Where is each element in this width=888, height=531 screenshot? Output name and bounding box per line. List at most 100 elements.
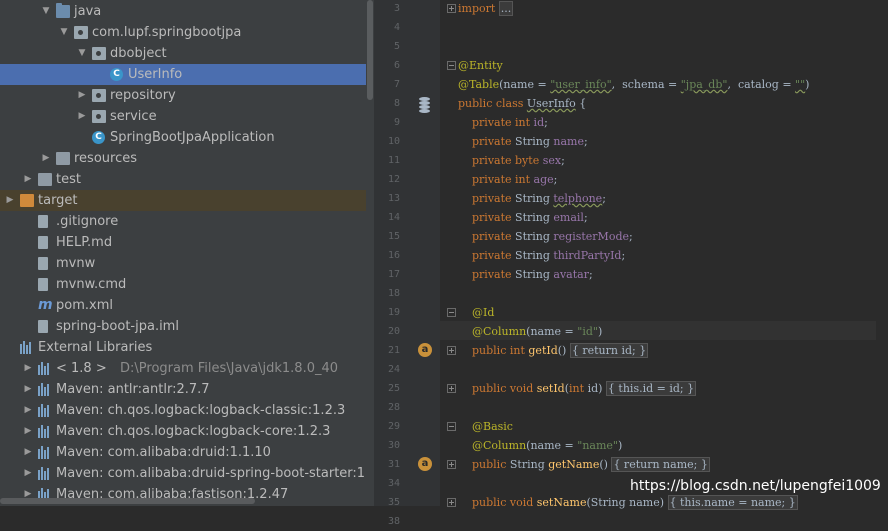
package-icon — [92, 89, 106, 102]
line-number: 4 — [393, 22, 400, 33]
code-line[interactable]: @Column(name = "name") — [458, 436, 622, 455]
expand-arrow-icon[interactable]: ▶ — [22, 400, 34, 421]
code-line[interactable]: public String getName() { return name; } — [458, 455, 710, 474]
expand-arrow-icon[interactable]: ▶ — [4, 190, 16, 211]
tree-item-maven-ch-qos-logback-logback-core-1-2-3[interactable]: ▶ Maven: ch.qos.logback:logback-core:1.2.… — [0, 421, 366, 442]
code-line[interactable]: @Id — [458, 303, 494, 322]
code-line[interactable]: private String thirdPartyId; — [458, 246, 625, 265]
code-line[interactable]: private int age; — [458, 170, 557, 189]
tree-item-mvnw[interactable]: mvnw — [0, 253, 366, 274]
tree-item-label: External Libraries — [38, 340, 153, 355]
tree-item-java[interactable]: ▼ java — [0, 1, 366, 22]
line-number: 38 — [387, 516, 400, 527]
tree-item-maven-antlr-antlr-2-7-7[interactable]: ▶ Maven: antlr:antlr:2.7.7 — [0, 379, 366, 400]
code-line[interactable]: import ... — [458, 0, 514, 18]
tree-item-gitignore[interactable]: .gitignore — [0, 211, 366, 232]
collapse-arrow-icon[interactable]: ▼ — [76, 43, 88, 64]
code-line[interactable]: public int getId() { return id; } — [458, 341, 649, 360]
jdk-path-label: D:\Program Files\Java\jdk1.8.0_40 — [120, 361, 339, 376]
code-token: public void — [472, 496, 537, 509]
tree-item-resources[interactable]: ▶ resources — [0, 148, 366, 169]
tree-item-label: Maven: com.alibaba:druid-spring-boot-sta… — [56, 466, 374, 481]
code-line[interactable]: private String email; — [458, 208, 588, 227]
code-token: @Entity — [458, 59, 503, 72]
tree-item-com-lupf-springbootjpa[interactable]: ▼ com.lupf.springbootjpa — [0, 22, 366, 43]
code-token: (name = — [526, 439, 578, 452]
tree-item-label: .gitignore — [56, 214, 119, 229]
code-line[interactable]: private int id; — [458, 113, 548, 132]
tree-item-1-8[interactable]: ▶ < 1.8 > D:\Program Files\Java\jdk1.8.0_4… — [0, 358, 366, 379]
watermark-text: https://blog.csdn.net/lupengfei1009 — [630, 478, 881, 494]
tree-item-spring-boot-jpa-iml[interactable]: spring-boot-jpa.iml — [0, 316, 366, 337]
code-line[interactable]: private String telphone; — [458, 189, 606, 208]
line-number: 34 — [387, 478, 400, 489]
tree-item-dbobject[interactable]: ▼ dbobject — [0, 43, 366, 64]
project-tree-horizontal-scrollbar[interactable] — [0, 498, 255, 504]
code-editor[interactable]: 3 4 5 6 7 8 9 10 11 12 13 14 15 16 17 18 19 20 21 a 24 25 28 29… — [374, 0, 888, 527]
tree-item-external-libraries[interactable]: External Libraries — [0, 337, 366, 358]
fold-expand-icon[interactable] — [447, 384, 456, 393]
code-line[interactable]: public class UserInfo { — [458, 94, 586, 113]
code-line[interactable]: @Table(name = "user_info", schema = "jpa… — [458, 75, 809, 94]
code-line[interactable]: private String name; — [458, 132, 588, 151]
code-line[interactable]: @Entity — [458, 56, 503, 75]
code-token: String — [515, 230, 554, 243]
tree-item-mvnw-cmd[interactable]: mvnw.cmd — [0, 274, 366, 295]
expand-arrow-icon[interactable]: ▶ — [22, 169, 34, 190]
line-number: 35 — [387, 497, 400, 508]
fold-expand-icon[interactable] — [447, 346, 456, 355]
tree-item-test[interactable]: ▶ test — [0, 169, 366, 190]
code-line[interactable]: public void setId(int id) { this.id = id… — [458, 379, 697, 398]
code-line[interactable]: private byte sex; — [458, 151, 565, 170]
code-token: import — [458, 2, 499, 15]
fold-expand-icon[interactable] — [447, 4, 456, 13]
code-line[interactable]: @Column(name = "id") — [458, 322, 602, 341]
tree-item-springbootjpaapplication[interactable]: C SpringBootJpaApplication — [0, 127, 366, 148]
tree-item-service[interactable]: ▶ service — [0, 106, 366, 127]
tree-item-userinfo[interactable]: C UserInfo — [0, 64, 366, 85]
fold-expand-icon[interactable] — [447, 460, 456, 469]
line-number: 21 — [387, 345, 400, 356]
tree-item-pom-xml[interactable]: m pom.xml — [0, 295, 366, 316]
code-line[interactable]: private String avatar; — [458, 265, 593, 284]
editor-scrollbar[interactable] — [876, 0, 888, 506]
fold-collapse-icon[interactable] — [447, 61, 456, 70]
code-token: email — [553, 211, 584, 224]
expand-arrow-icon[interactable]: ▶ — [76, 85, 88, 106]
code-token: String — [515, 192, 554, 205]
expand-arrow-icon[interactable]: ▶ — [22, 421, 34, 442]
tree-item-target[interactable]: ▶ target — [0, 190, 366, 211]
tree-item-help-md[interactable]: HELP.md — [0, 232, 366, 253]
expand-arrow-icon[interactable]: ▶ — [22, 358, 34, 379]
collapse-arrow-icon[interactable]: ▼ — [40, 1, 52, 22]
code-token: "" — [795, 78, 806, 91]
code-line[interactable]: private String registerMode; — [458, 227, 633, 246]
getter-icon[interactable]: a — [418, 343, 432, 357]
fold-collapse-icon[interactable] — [447, 308, 456, 317]
expand-arrow-icon[interactable]: ▶ — [76, 106, 88, 127]
expand-arrow-icon[interactable]: ▶ — [40, 148, 52, 169]
tree-item-maven-com-alibaba-druid-spring-boot-starter-1-1-10[interactable]: ▶ Maven: com.alibaba:druid-spring-boot-st… — [0, 463, 374, 484]
tree-item-maven-ch-qos-logback-logback-classic-1-2-3[interactable]: ▶ Maven: ch.qos.logback:logback-classic:1… — [0, 400, 366, 421]
project-tree-scrollbar[interactable] — [366, 0, 374, 506]
tree-item-label: UserInfo — [128, 67, 183, 82]
expand-arrow-icon[interactable]: ▶ — [22, 442, 34, 463]
getter-icon[interactable]: a — [418, 457, 432, 471]
code-line[interactable]: @Basic — [458, 417, 513, 436]
fold-collapse-icon[interactable] — [447, 422, 456, 431]
code-line[interactable]: public void setName(String name) { this.… — [458, 493, 798, 512]
expand-arrow-icon[interactable]: ▶ — [22, 379, 34, 400]
editor-gutter: 3 4 5 6 7 8 9 10 11 12 13 14 15 16 17 18 19 20 21 a 24 25 28 29… — [374, 0, 456, 527]
code-token: public void — [472, 382, 537, 395]
code-token: id — [533, 116, 545, 129]
expand-arrow-icon[interactable]: ▶ — [22, 463, 34, 484]
line-number: 15 — [387, 231, 400, 242]
scrollbar-thumb[interactable] — [367, 0, 373, 100]
tree-item-repository[interactable]: ▶ repository — [0, 85, 366, 106]
database-icon[interactable] — [417, 97, 433, 113]
tree-item-maven-com-alibaba-druid-1-1-10[interactable]: ▶ Maven: com.alibaba:druid:1.1.10 — [0, 442, 366, 463]
collapse-arrow-icon[interactable]: ▼ — [58, 22, 70, 43]
